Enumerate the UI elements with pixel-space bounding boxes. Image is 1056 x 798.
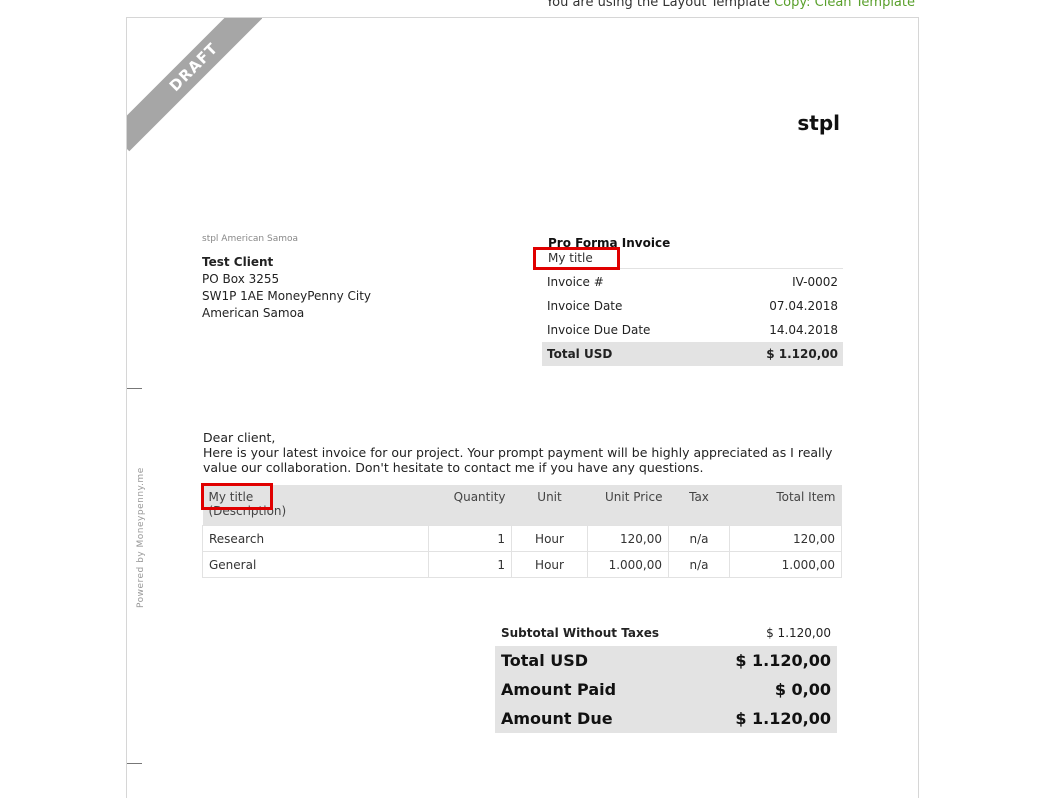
invoice-total-label: Total USD (542, 342, 717, 366)
template-note-prefix: You are using the Layout Template (545, 0, 775, 10)
amount-due-value: $ 1.120,00 (735, 709, 831, 728)
invoice-detail-value: 07.04.2018 (769, 299, 838, 313)
column-header-unit-price: Unit Price (587, 485, 669, 526)
item-unit-price: 120,00 (587, 525, 669, 552)
subtotal-row: Subtotal Without Taxes $ 1.120,00 (495, 621, 837, 646)
amount-due-row: Amount Due $ 1.120,00 (495, 704, 837, 733)
draft-ribbon: DRAFT (127, 18, 262, 153)
invoice-detail-value: IV-0002 (792, 275, 838, 289)
total-row: Total USD $ 1.120,00 (495, 646, 837, 675)
amount-due-label: Amount Due (501, 709, 613, 728)
item-quantity: 1 (428, 525, 512, 552)
subtotal-label: Subtotal Without Taxes (501, 626, 659, 640)
company-name: stpl (797, 111, 840, 135)
item-unit: Hour (511, 551, 588, 578)
item-name: Research (202, 525, 429, 552)
total-value: $ 1.120,00 (735, 651, 831, 670)
cover-letter: Dear client, Here is your latest invoice… (203, 430, 843, 475)
amount-paid-value: $ 0,00 (774, 680, 831, 699)
powered-by-label: Powered by Moneypenny.me (136, 467, 146, 608)
highlight-box-item-header (201, 483, 273, 510)
invoice-details-table: Invoice # IV-0002 Invoice Date 07.04.201… (542, 270, 843, 366)
table-row: Research 1 Hour 120,00 n/a 120,00 (202, 525, 842, 552)
column-header-total: Total Item (729, 485, 842, 526)
layout-template-note: You are using the Layout Template Copy: … (546, 0, 915, 10)
draft-ribbon-label: DRAFT (127, 18, 262, 152)
sender-line: stpl American Samoa (202, 234, 298, 244)
client-address-line: SW1P 1AE MoneyPenny City (202, 289, 372, 303)
fold-mark-top (127, 388, 142, 389)
item-unit-price: 1.000,00 (587, 551, 669, 578)
table-row: General 1 Hour 1.000,00 n/a 1.000,00 (202, 551, 842, 578)
invoice-detail-row: Invoice Date 07.04.2018 (542, 294, 843, 318)
item-total: 1.000,00 (729, 551, 842, 578)
item-tax: n/a (668, 525, 730, 552)
invoice-detail-label: Invoice Due Date (547, 323, 651, 337)
line-items-header: My title (Description) Quantity Unit Uni… (202, 485, 842, 526)
invoice-detail-row: Invoice Due Date 14.04.2018 (542, 318, 843, 342)
highlight-box-document-title (533, 247, 620, 270)
line-items-table: My title (Description) Quantity Unit Uni… (202, 485, 842, 578)
template-name-link[interactable]: Copy: Clean Template (774, 0, 915, 10)
invoice-total-value: $ 1.120,00 (716, 342, 843, 366)
client-name: Test Client (202, 255, 274, 269)
invoice-detail-value: 14.04.2018 (769, 323, 838, 337)
letter-body: Here is your latest invoice for our proj… (203, 445, 833, 475)
client-address-line: PO Box 3255 (202, 272, 280, 286)
invoice-detail-row: Invoice # IV-0002 (542, 270, 843, 294)
column-header-unit: Unit (511, 485, 588, 526)
item-name: General (202, 551, 429, 578)
item-tax: n/a (668, 551, 730, 578)
fold-mark-bottom (127, 763, 142, 764)
invoice-detail-label: Invoice # (547, 275, 604, 289)
invoice-total-row: Total USD $ 1.120,00 (542, 342, 843, 366)
client-address-line: American Samoa (202, 306, 305, 320)
item-quantity: 1 (428, 551, 512, 578)
grand-totals: Total USD $ 1.120,00 Amount Paid $ 0,00 … (495, 646, 837, 733)
column-header-tax: Tax (668, 485, 730, 526)
totals-block: Subtotal Without Taxes $ 1.120,00 Total … (495, 621, 837, 733)
invoice-detail-label: Invoice Date (547, 299, 623, 313)
subtotal-value: $ 1.120,00 (766, 626, 831, 640)
column-header-quantity: Quantity (428, 485, 512, 526)
amount-paid-row: Amount Paid $ 0,00 (495, 675, 837, 704)
item-unit: Hour (511, 525, 588, 552)
letter-greeting: Dear client, (203, 430, 276, 445)
total-label: Total USD (501, 651, 589, 670)
client-address-block: Test Client PO Box 3255 SW1P 1AE MoneyPe… (202, 254, 371, 322)
amount-paid-label: Amount Paid (501, 680, 617, 699)
item-total: 120,00 (729, 525, 842, 552)
invoice-page: DRAFT Powered by Moneypenny.me stpl stpl… (126, 17, 919, 798)
